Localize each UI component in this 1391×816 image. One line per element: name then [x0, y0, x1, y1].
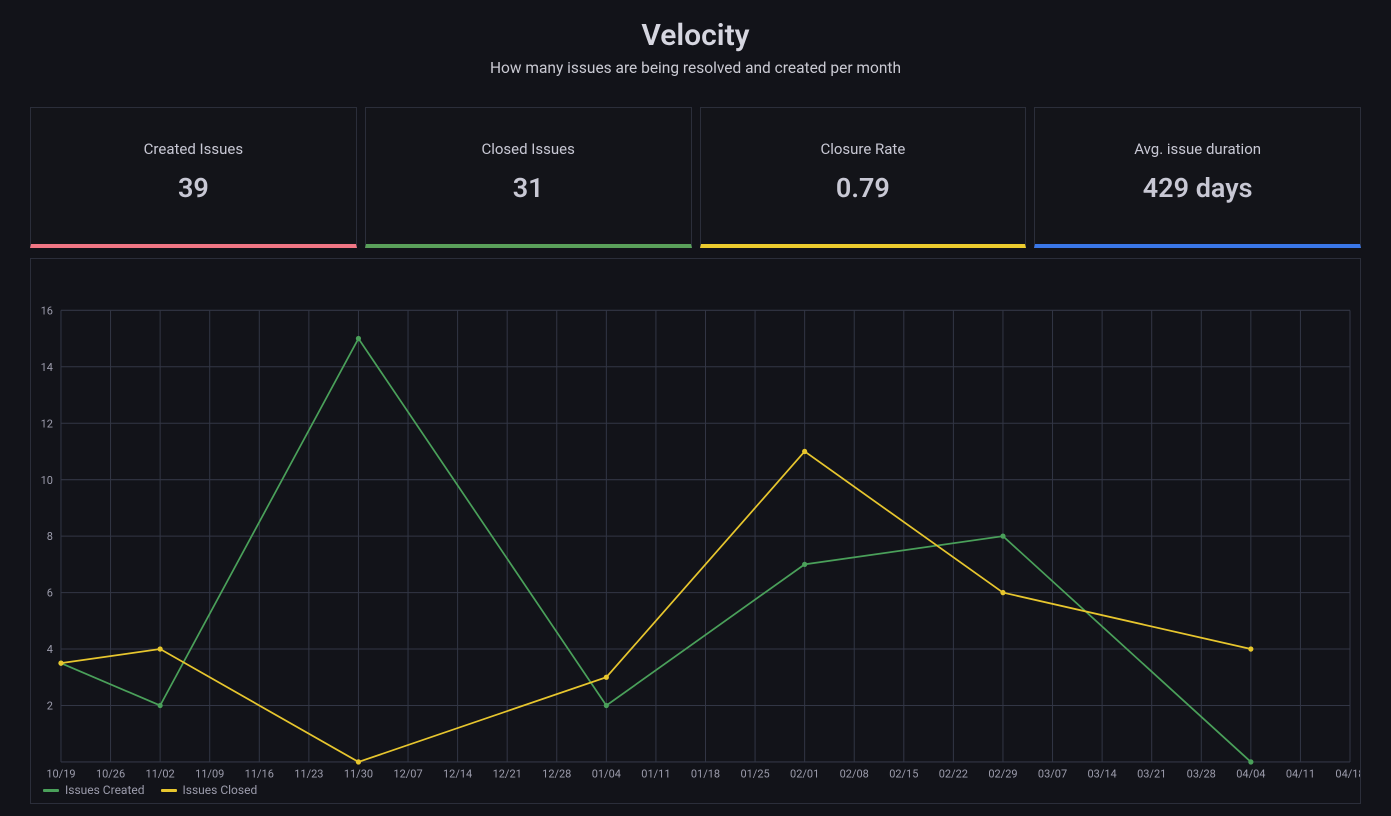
svg-text:11/16: 11/16: [245, 767, 274, 780]
svg-text:12/14: 12/14: [443, 767, 472, 780]
page-subtitle: How many issues are being resolved and c…: [0, 59, 1391, 77]
svg-text:02/08: 02/08: [840, 767, 869, 780]
card-label: Closed Issues: [372, 140, 685, 158]
summary-cards: Created Issues 39 Closed Issues 31 Closu…: [0, 77, 1391, 248]
svg-text:11/23: 11/23: [294, 767, 323, 780]
svg-text:03/21: 03/21: [1137, 767, 1166, 780]
svg-text:10: 10: [41, 474, 53, 487]
card-value: 39: [37, 172, 350, 204]
svg-text:04/18: 04/18: [1335, 767, 1360, 780]
card-label: Closure Rate: [707, 140, 1020, 158]
card-label: Created Issues: [37, 140, 350, 158]
svg-text:2: 2: [47, 699, 53, 712]
svg-text:01/11: 01/11: [641, 767, 670, 780]
velocity-chart[interactable]: 2 4 6 8 10 12 14 16 10/19 10/26 11/02 11/09 11/16 11/…: [30, 258, 1361, 804]
svg-text:6: 6: [47, 587, 53, 600]
card-value: 31: [372, 172, 685, 204]
svg-text:10/19: 10/19: [46, 767, 75, 780]
page-title: Velocity: [0, 18, 1391, 53]
svg-text:16: 16: [41, 304, 53, 317]
chart-svg: 2 4 6 8 10 12 14 16 10/19 10/26 11/02 11/09 11/16 11/…: [31, 259, 1360, 803]
svg-text:8: 8: [47, 530, 53, 543]
svg-text:11/09: 11/09: [195, 767, 224, 780]
svg-text:03/14: 03/14: [1088, 767, 1117, 780]
legend-label: Issues Closed: [183, 783, 258, 797]
card-label: Avg. issue duration: [1041, 140, 1354, 158]
legend-item-created[interactable]: Issues Created: [43, 783, 145, 797]
legend-swatch: [161, 789, 177, 792]
svg-text:12: 12: [41, 417, 53, 430]
svg-text:03/28: 03/28: [1187, 767, 1216, 780]
legend-item-closed[interactable]: Issues Closed: [161, 783, 258, 797]
legend-swatch: [43, 789, 59, 792]
card-created-issues[interactable]: Created Issues 39: [30, 107, 357, 248]
svg-text:02/01: 02/01: [790, 767, 819, 780]
svg-text:03/07: 03/07: [1038, 767, 1067, 780]
chart-legend: Issues Created Issues Closed: [43, 783, 257, 797]
svg-text:04/04: 04/04: [1236, 767, 1265, 780]
svg-text:11/30: 11/30: [344, 767, 373, 780]
card-closure-rate[interactable]: Closure Rate 0.79: [700, 107, 1027, 248]
svg-text:14: 14: [41, 361, 53, 374]
svg-text:01/04: 01/04: [592, 767, 621, 780]
card-value: 0.79: [707, 172, 1020, 204]
svg-text:02/15: 02/15: [889, 767, 918, 780]
svg-text:02/29: 02/29: [988, 767, 1017, 780]
svg-text:01/18: 01/18: [691, 767, 720, 780]
svg-text:11/02: 11/02: [146, 767, 175, 780]
svg-text:04/11: 04/11: [1286, 767, 1315, 780]
svg-text:10/26: 10/26: [96, 767, 125, 780]
legend-label: Issues Created: [65, 783, 145, 797]
page-header: Velocity How many issues are being resol…: [0, 0, 1391, 77]
svg-text:12/07: 12/07: [393, 767, 422, 780]
svg-text:01/25: 01/25: [740, 767, 769, 780]
svg-text:02/22: 02/22: [939, 767, 968, 780]
card-closed-issues[interactable]: Closed Issues 31: [365, 107, 692, 248]
card-avg-duration[interactable]: Avg. issue duration 429 days: [1034, 107, 1361, 248]
svg-text:12/28: 12/28: [542, 767, 571, 780]
svg-text:12/21: 12/21: [493, 767, 522, 780]
card-value: 429 days: [1041, 172, 1354, 204]
svg-text:4: 4: [47, 643, 53, 656]
